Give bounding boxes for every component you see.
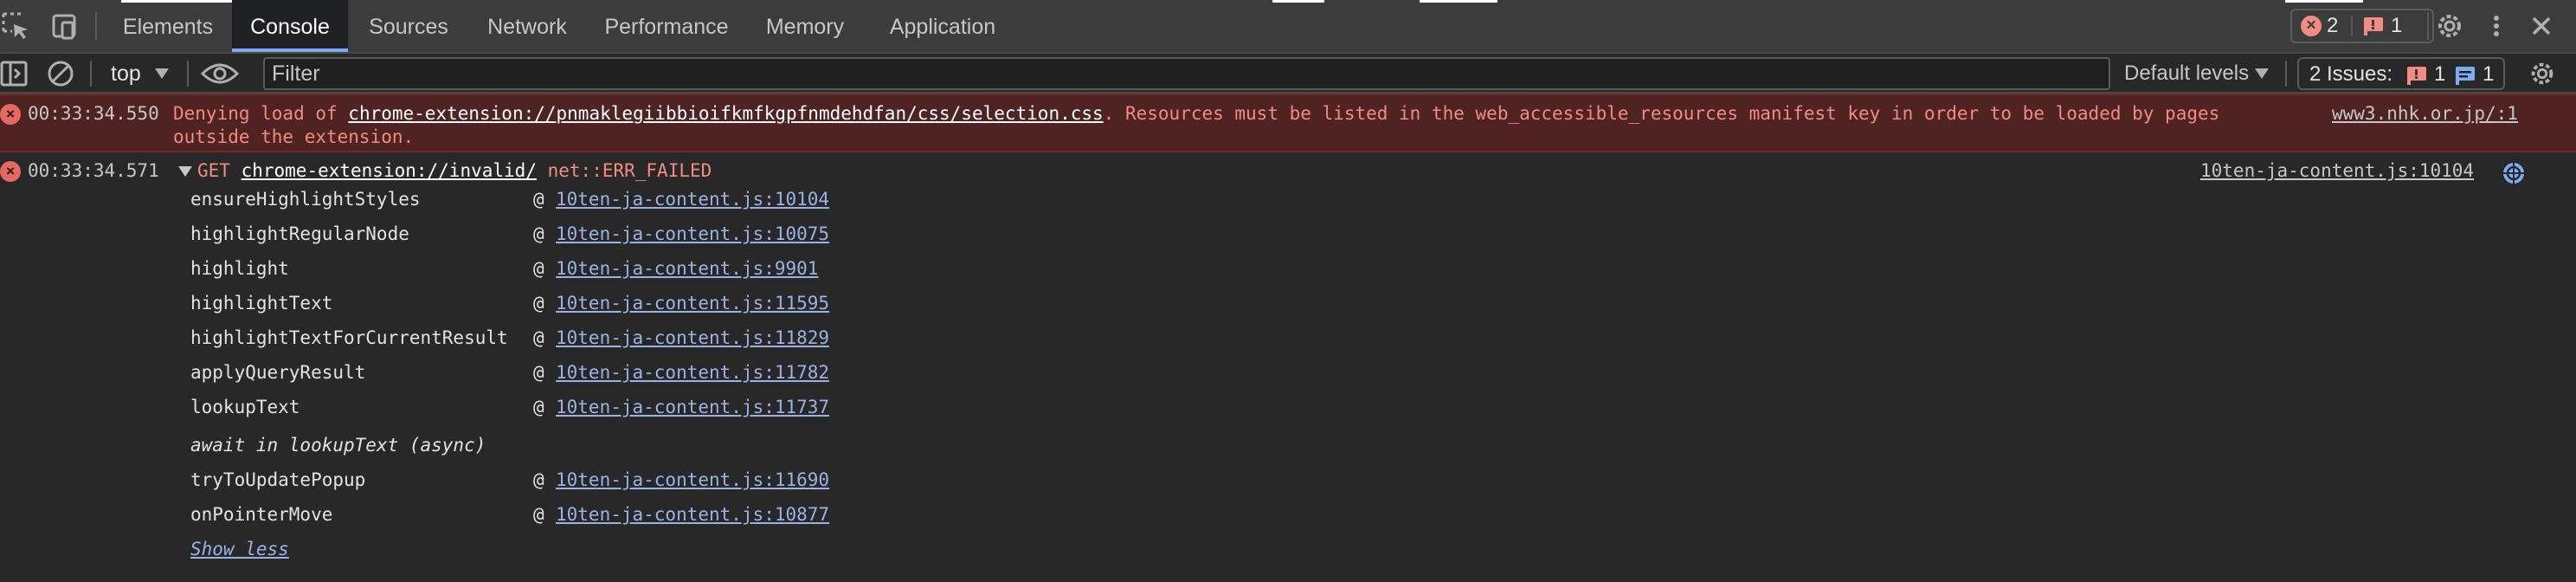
tab-application[interactable]: Application bbox=[871, 0, 1014, 52]
divider bbox=[90, 61, 92, 87]
console-error-message: × 00:33:34.550 Denying load of chrome-ex… bbox=[0, 94, 2576, 152]
error-icon: × bbox=[0, 161, 21, 182]
issue-error-flag-icon bbox=[2407, 67, 2426, 85]
show-less-link[interactable]: Show less bbox=[190, 539, 289, 559]
stack-frame-function: tryToUpdatePopup bbox=[190, 469, 366, 490]
stack-frame-link[interactable]: 10ten-ja-content.js:10075 bbox=[556, 223, 829, 244]
message-text-suffix: . Resources must be listed in the web_ac… bbox=[1103, 103, 2231, 124]
stack-frame-link[interactable]: 10ten-ja-content.js:9901 bbox=[556, 258, 818, 279]
stack-frame-at: @ bbox=[533, 327, 544, 348]
close-devtools-icon[interactable] bbox=[2526, 10, 2557, 42]
tab-memory[interactable]: Memory bbox=[753, 0, 857, 52]
stack-frame-link[interactable]: 10ten-ja-content.js:11595 bbox=[556, 293, 829, 314]
stack-frame-link[interactable]: 10ten-ja-content.js:10104 bbox=[556, 189, 829, 210]
tab-network[interactable]: Network bbox=[473, 0, 582, 52]
stack-frame-link[interactable]: 10ten-ja-content.js:11829 bbox=[556, 327, 829, 348]
settings-gear-icon[interactable] bbox=[2434, 10, 2465, 42]
levels-dropdown-triangle-icon[interactable] bbox=[2254, 68, 2270, 80]
stack-frame-at: @ bbox=[533, 362, 544, 383]
expand-triangle-icon[interactable] bbox=[178, 166, 192, 177]
blocked-resource-link[interactable]: chrome-extension://pnmaklegiibbioifkmfkg… bbox=[348, 103, 1103, 124]
page-edge-strip bbox=[1272, 0, 1324, 3]
sidebar-toggle-icon[interactable] bbox=[0, 60, 29, 87]
tab-console[interactable]: Console bbox=[232, 0, 348, 52]
message-source-link[interactable]: www3.nhk.or.jp/:1 bbox=[2332, 103, 2518, 124]
stack-frame-function: highlightRegularNode bbox=[190, 223, 409, 244]
divider bbox=[187, 61, 189, 87]
stack-frame-at: @ bbox=[533, 469, 544, 490]
message-text: GET chrome-extension://invalid/ net::ERR… bbox=[197, 160, 712, 181]
console-network-error-message: × 00:33:34.571 GET chrome-extension://in… bbox=[0, 152, 2576, 582]
stack-frame-link[interactable]: 10ten-ja-content.js:11737 bbox=[556, 397, 829, 417]
context-selector-value: top bbox=[111, 61, 141, 86]
stack-frame-at: @ bbox=[533, 189, 544, 210]
stack-frame-link[interactable]: 10ten-ja-content.js:11782 bbox=[556, 362, 829, 383]
stack-frame-function: ensureHighlightStyles bbox=[190, 189, 421, 210]
divider bbox=[95, 12, 97, 40]
error-count: 2 bbox=[2327, 14, 2339, 37]
request-url-link[interactable]: chrome-extension://invalid/ bbox=[242, 160, 537, 181]
log-levels-label: Default levels bbox=[2124, 61, 2250, 85]
request-error: net::ERR_FAILED bbox=[547, 160, 712, 181]
async-boundary-label: await in lookupText (async) bbox=[190, 435, 486, 456]
issues-counter-button[interactable]: 2 Issues: 1 1 bbox=[2297, 57, 2505, 90]
error-icon: × bbox=[0, 104, 21, 125]
devtools-tab-bar: Elements Console Sources Network Perform… bbox=[0, 0, 2576, 54]
stack-frame-at: @ bbox=[533, 223, 544, 244]
message-source-link[interactable]: 10ten-ja-content.js:10104 bbox=[2200, 160, 2474, 181]
stack-frame-function: onPointerMove bbox=[190, 504, 333, 525]
stack-frame-at: @ bbox=[533, 397, 544, 417]
message-timestamp: 00:33:34.571 bbox=[28, 160, 159, 181]
more-options-kebab-icon[interactable] bbox=[2481, 10, 2512, 42]
stack-frame-link[interactable]: 10ten-ja-content.js:11690 bbox=[556, 469, 829, 490]
issue-flag-icon bbox=[2364, 17, 2383, 36]
stack-frame-at: @ bbox=[533, 293, 544, 314]
stack-frame-function: highlight bbox=[190, 258, 289, 279]
message-text-continuation: outside the extension. bbox=[173, 126, 415, 147]
context-selector[interactable]: top bbox=[111, 61, 141, 87]
context-dropdown-triangle-icon[interactable] bbox=[154, 68, 170, 80]
request-method: GET bbox=[197, 160, 230, 181]
stack-frame-function: highlightText bbox=[190, 293, 333, 314]
stack-frame-function: highlightTextForCurrentResult bbox=[190, 327, 508, 348]
device-toolbar-icon[interactable] bbox=[48, 10, 80, 42]
console-filter-input[interactable] bbox=[263, 57, 2110, 90]
issue-info-flag-icon bbox=[2456, 67, 2475, 85]
divider bbox=[2427, 12, 2429, 40]
stack-frame-at: @ bbox=[533, 504, 544, 525]
console-toolbar: top Default levels 2 Issues: 1 1 bbox=[0, 54, 2576, 94]
inspect-element-icon[interactable] bbox=[0, 10, 31, 42]
stack-frame-function: applyQueryResult bbox=[190, 362, 366, 383]
tab-elements[interactable]: Elements bbox=[106, 0, 230, 52]
request-network-globe-icon[interactable] bbox=[2502, 161, 2526, 185]
issue-count: 1 bbox=[2391, 14, 2403, 37]
issues-error-count: 1 bbox=[2434, 62, 2446, 86]
divider bbox=[2351, 16, 2353, 36]
console-settings-gear-icon[interactable] bbox=[2528, 59, 2557, 88]
issues-label: 2 Issues: bbox=[2309, 62, 2393, 86]
page-edge-strip bbox=[1420, 0, 1497, 3]
error-x-icon: × bbox=[2301, 16, 2322, 36]
issues-info-count: 1 bbox=[2483, 62, 2495, 86]
tab-performance[interactable]: Performance bbox=[594, 0, 739, 52]
divider bbox=[2285, 61, 2287, 87]
page-edge-strip bbox=[2285, 0, 2363, 3]
tab-sources[interactable]: Sources bbox=[355, 0, 462, 52]
clear-console-icon[interactable] bbox=[47, 60, 74, 87]
message-text: Denying load of chrome-extension://pnmak… bbox=[173, 103, 2231, 124]
live-expression-eye-icon[interactable] bbox=[201, 61, 239, 86]
message-timestamp: 00:33:34.550 bbox=[28, 103, 159, 124]
message-text-prefix: Denying load of bbox=[173, 103, 349, 124]
stack-frame-at: @ bbox=[533, 258, 544, 279]
log-levels-dropdown[interactable]: Default levels bbox=[2124, 61, 2249, 87]
stack-frame-link[interactable]: 10ten-ja-content.js:10877 bbox=[556, 504, 829, 525]
stack-frame-function: lookupText bbox=[190, 397, 300, 417]
